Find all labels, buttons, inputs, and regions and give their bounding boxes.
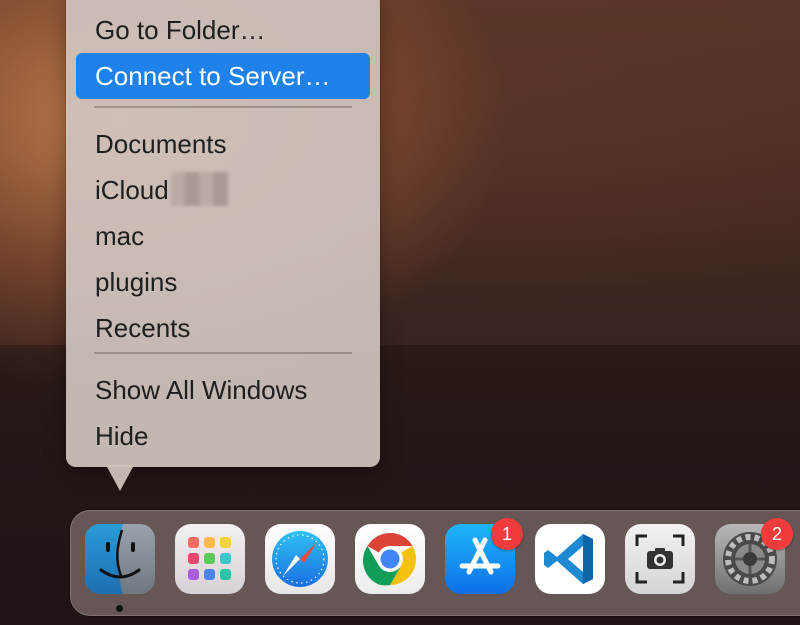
launchpad-icon xyxy=(188,537,231,580)
chrome-icon xyxy=(362,533,416,586)
dock-app-safari[interactable] xyxy=(265,524,335,594)
menu-separator xyxy=(94,106,352,108)
dock-app-screenshot[interactable] xyxy=(625,524,695,594)
finder-icon xyxy=(85,524,155,594)
menu-item-connect-to-server[interactable]: Connect to Server… xyxy=(76,53,370,99)
notification-badge: 1 xyxy=(491,518,523,550)
dock-app-vscode[interactable] xyxy=(535,524,605,594)
menu-item-plugins[interactable]: plugins xyxy=(76,259,370,305)
dock-app-app-store[interactable]: 1 xyxy=(445,518,523,594)
menu-item-label: Connect to Server… xyxy=(95,61,331,91)
menu-item-documents[interactable]: Documents xyxy=(76,121,370,167)
menu-item-mac[interactable]: mac xyxy=(76,213,370,259)
menu-item-label: Show All Windows xyxy=(95,375,308,405)
dock-app-launchpad[interactable] xyxy=(175,524,245,594)
menu-item-go-to-folder[interactable]: Go to Folder… xyxy=(76,7,370,53)
menu-pointer-arrow xyxy=(106,465,134,491)
menu-item-recents[interactable]: Recents xyxy=(76,305,370,351)
menu-item-label: iCloud xyxy=(95,175,169,205)
dock-context-menu: Go to Folder… Connect to Server… Documen… xyxy=(66,0,380,467)
menu-item-hide[interactable]: Hide xyxy=(76,413,370,459)
menu-item-icloud[interactable]: iCloud xyxy=(76,167,370,213)
screenshot-icon xyxy=(635,534,685,584)
safari-icon xyxy=(272,531,328,587)
running-indicator xyxy=(116,605,123,612)
menu-item-show-all-windows[interactable]: Show All Windows xyxy=(76,367,370,413)
vscode-icon xyxy=(544,534,593,584)
dock-app-chrome[interactable] xyxy=(355,524,425,594)
menu-separator xyxy=(94,352,352,354)
menu-item-label: Documents xyxy=(95,129,227,159)
menu-item-label: plugins xyxy=(95,267,178,297)
notification-badge: 2 xyxy=(761,518,793,550)
menu-item-label: Recents xyxy=(95,313,191,343)
menu-item-label: mac xyxy=(95,221,145,251)
dock-app-system-preferences[interactable]: 2 xyxy=(715,518,793,594)
dock-app-finder[interactable] xyxy=(85,524,155,594)
menu-item-label: Go to Folder… xyxy=(95,15,266,45)
menu-item-label: Hide xyxy=(95,421,149,451)
redacted-text xyxy=(170,172,229,207)
